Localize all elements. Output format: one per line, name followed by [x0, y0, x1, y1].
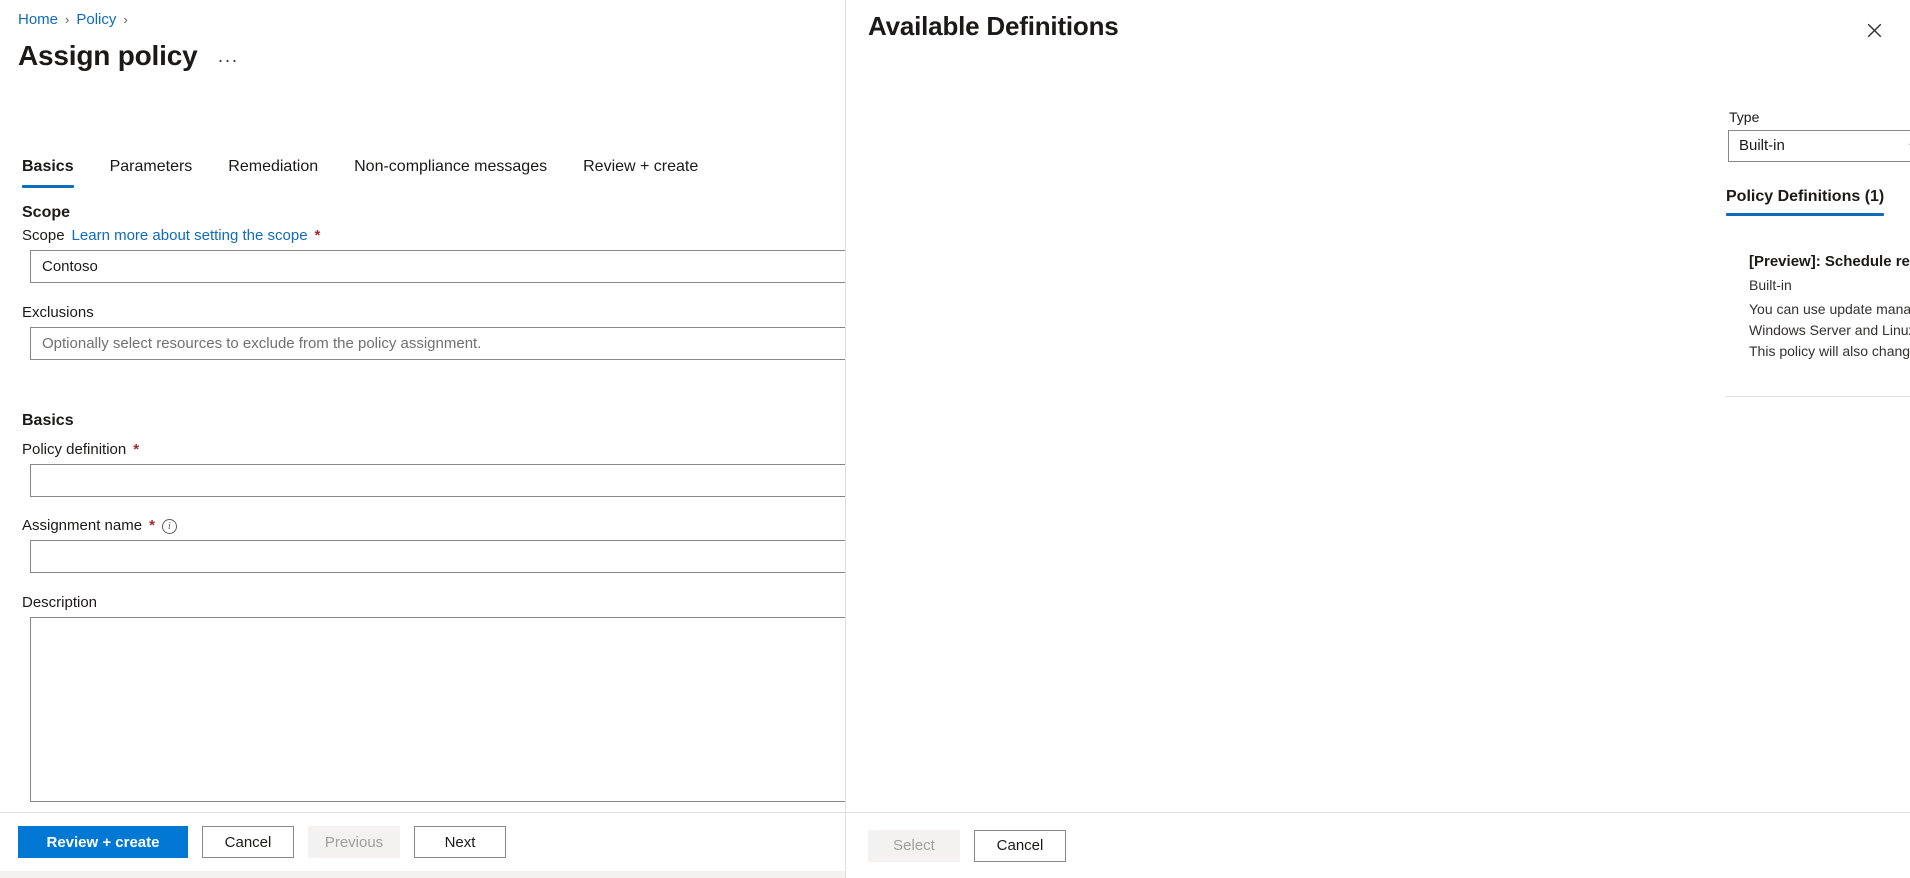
breadcrumb-separator-icon: › — [123, 12, 128, 27]
breadcrumb-separator-icon: › — [65, 12, 70, 27]
tab-policy-definitions[interactable]: Policy Definitions (1) — [1726, 188, 1885, 216]
cancel-button[interactable]: Cancel — [202, 826, 294, 858]
policy-definition-input[interactable] — [30, 464, 845, 497]
page-title-row: Assign policy ··· — [18, 38, 242, 74]
result-description-clip: You can use update management center (pr… — [1749, 299, 1910, 361]
scope-field-label: Scope Learn more about setting the scope… — [22, 226, 320, 246]
tab-remediation[interactable]: Remediation — [210, 157, 336, 188]
wizard-footer: Review + create Cancel Previous Next — [0, 813, 845, 871]
exclusions-label-text: Exclusions — [22, 304, 94, 321]
description-label-text: Description — [22, 594, 98, 611]
tab-parameters[interactable]: Parameters — [92, 157, 211, 188]
result-divider — [1726, 396, 1910, 397]
policy-definition-required-asterisk: * — [133, 441, 140, 458]
description-textarea[interactable] — [30, 617, 845, 802]
assignment-name-label-text: Assignment name — [22, 517, 143, 534]
page-title: Assign policy — [18, 40, 198, 71]
list-item[interactable]: [Preview]: Schedule recurring updates us… — [1749, 252, 1910, 361]
assignment-name-required-asterisk: * — [149, 517, 155, 534]
result-title: [Preview]: Schedule recurring updates us… — [1749, 253, 1910, 270]
blade-title: Available Definitions — [868, 11, 1119, 41]
result-description: You can use update management center (pr… — [1749, 301, 1910, 359]
scope-learn-more-link[interactable]: Learn more about setting the scope — [72, 226, 308, 246]
breadcrumb-item-policy[interactable]: Policy — [76, 10, 116, 30]
next-button[interactable]: Next — [414, 826, 506, 858]
close-icon[interactable] — [1860, 16, 1888, 44]
available-definitions-blade: Available Definitions Type Built-in Sear… — [845, 0, 1910, 878]
scope-section-heading: Scope — [22, 204, 71, 221]
previous-button: Previous — [308, 826, 400, 858]
scope-input[interactable] — [30, 250, 845, 283]
assign-policy-scroll-area: Home › Policy › Assign policy ··· Basics… — [0, 0, 845, 812]
assignment-name-label: Assignment name * i — [22, 516, 177, 536]
wizard-tabs: Basics Parameters Remediation Non-compli… — [22, 148, 716, 188]
tab-non-compliance-messages[interactable]: Non-compliance messages — [336, 157, 565, 188]
policy-definition-label: Policy definition * — [22, 440, 139, 460]
basics-section-heading: Basics — [22, 412, 74, 429]
assign-policy-panel: Home › Policy › Assign policy ··· Basics… — [0, 0, 845, 878]
exclusions-label: Exclusions — [22, 303, 94, 323]
info-icon[interactable]: i — [161, 518, 177, 534]
select-button: Select — [868, 829, 960, 862]
type-label: Type — [1729, 109, 1760, 125]
blade-tabs: Policy Definitions (1) — [1726, 188, 1885, 216]
review-create-button[interactable]: Review + create — [18, 826, 188, 858]
result-type: Built-in — [1749, 277, 1792, 293]
more-actions-icon[interactable]: ··· — [213, 51, 242, 69]
scope-label-text: Scope — [22, 227, 65, 244]
policy-definition-label-text: Policy definition — [22, 441, 127, 458]
left-bottom-strip — [0, 871, 845, 878]
type-dropdown[interactable]: Built-in — [1728, 130, 1910, 162]
description-label: Description — [22, 593, 97, 613]
tab-review-create[interactable]: Review + create — [565, 157, 716, 188]
blade-footer: Select Cancel — [846, 813, 1910, 878]
assignment-name-input[interactable] — [30, 540, 845, 573]
tab-basics[interactable]: Basics — [22, 157, 92, 188]
exclusions-input[interactable] — [30, 327, 845, 360]
breadcrumb: Home › Policy › — [18, 10, 128, 30]
type-dropdown-value: Built-in — [1739, 137, 1785, 154]
screen-root: Home › Policy › Assign policy ··· Basics… — [0, 0, 1910, 878]
scope-required-asterisk: * — [314, 227, 321, 244]
breadcrumb-item-home[interactable]: Home — [18, 10, 58, 30]
blade-cancel-button[interactable]: Cancel — [974, 829, 1066, 862]
